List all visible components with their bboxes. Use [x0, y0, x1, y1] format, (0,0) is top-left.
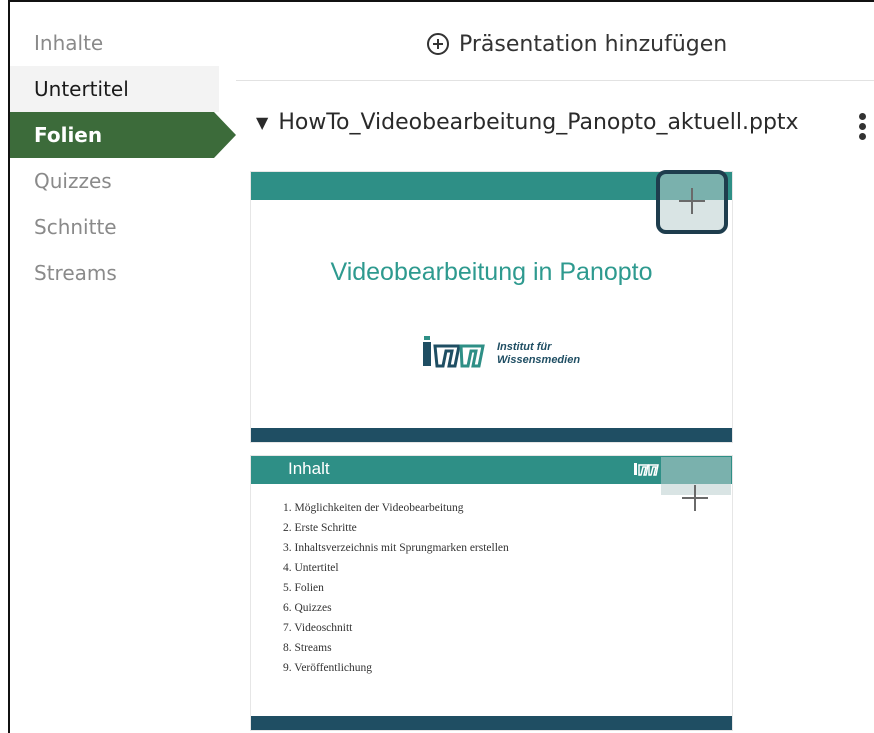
slide-footer-bar	[251, 428, 732, 442]
sidebar-item-quizzes[interactable]: Quizzes	[10, 158, 238, 204]
sidebar-item-folien[interactable]: Folien	[10, 112, 236, 158]
list-item: 2. Erste Schritte	[283, 522, 357, 534]
sidebar-item-schnitte[interactable]: Schnitte	[10, 204, 238, 250]
add-slide-button[interactable]	[656, 170, 728, 234]
list-item: 4. Untertitel	[283, 562, 339, 574]
plus-icon-vertical	[694, 485, 696, 511]
add-presentation-button[interactable]: Präsentation hinzufügen	[427, 26, 727, 62]
presentation-filename: HowTo_Videobearbeitung_Panopto_aktuell.p…	[278, 110, 799, 135]
sidebar-item-streams[interactable]: Streams	[10, 250, 238, 296]
list-item: 6. Quizzes	[283, 602, 332, 614]
presentation-row: ▼ HowTo_Videobearbeitung_Panopto_aktuell…	[256, 110, 799, 135]
list-item: 7. Videoschnitt	[283, 622, 353, 634]
list-item: 3. Inhaltsverzeichnis mit Sprungmarken e…	[283, 542, 509, 554]
plus-circle-icon	[427, 33, 449, 55]
plus-icon-vertical	[691, 188, 693, 214]
list-item: 8. Streams	[283, 642, 332, 654]
sidebar-item-inhalte[interactable]: Inhalte	[10, 20, 238, 66]
header-divider	[236, 80, 874, 81]
institute-logo: Institut für Wissensmedien	[419, 336, 580, 372]
sidebar: Inhalte Untertitel Folien Quizzes Schnit…	[10, 20, 238, 296]
kebab-menu-icon[interactable]	[857, 110, 867, 146]
add-slide-button[interactable]	[661, 457, 731, 511]
sidebar-item-untertitel[interactable]: Untertitel	[10, 66, 219, 112]
slide-title: Inhalt	[288, 459, 330, 478]
window-top-border	[8, 0, 874, 2]
slide-footer-bar	[251, 716, 732, 730]
slide-title: Videobearbeitung in Panopto	[330, 258, 653, 286]
iwm-logo-icon	[423, 336, 485, 368]
mini-logo-icon	[634, 463, 659, 476]
list-item: 9. Veröffentlichung	[283, 662, 373, 674]
triangle-down-icon[interactable]: ▼	[256, 113, 268, 132]
slide-header-bar: Inhalt	[251, 456, 732, 484]
add-presentation-label: Präsentation hinzufügen	[459, 31, 728, 57]
list-item: 5. Folien	[283, 582, 324, 594]
logo-text-line1: Institut für	[497, 341, 552, 353]
logo-text-line2: Wissensmedien	[497, 354, 581, 366]
list-item: 1. Möglichkeiten der Videobearbeitung	[283, 502, 464, 514]
slide-thumbnail-2[interactable]: Inhalt 1. Möglichkeiten der Videobearbei…	[251, 456, 732, 730]
toc-list: 1. Möglichkeiten der Videobearbeitung 2.…	[283, 498, 509, 678]
